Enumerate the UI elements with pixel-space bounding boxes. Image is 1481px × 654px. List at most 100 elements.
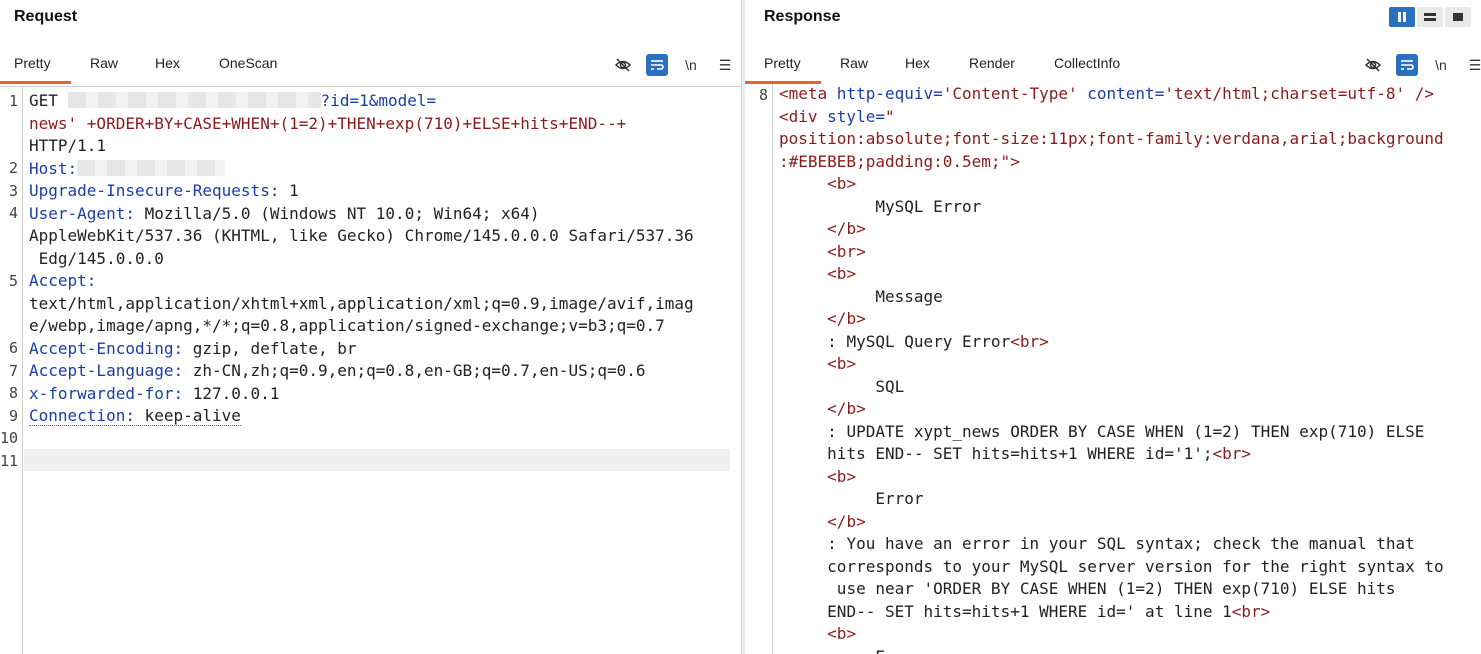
redacted-block	[77, 159, 226, 176]
response-pane: Response Pretty Raw Hex Render CollectIn…	[745, 0, 1481, 654]
header-key: User-Agent:	[29, 203, 135, 223]
header-value: gzip, deflate, br	[183, 338, 357, 358]
header-value: 1	[279, 181, 299, 200]
html-attr: http-equiv=	[827, 84, 943, 103]
header-key: Accept-Language:	[29, 361, 184, 380]
html-tag: <div	[779, 106, 818, 126]
line-gutter: 8	[745, 84, 773, 654]
text-node: MySQL Error	[875, 196, 982, 216]
line-number: 5	[8, 272, 18, 290]
html-tag: </b>	[827, 399, 866, 418]
header-key: Accept:	[29, 271, 97, 290]
html-tag: />	[1405, 84, 1435, 103]
newline-toggle[interactable]: \n	[1430, 54, 1452, 76]
response-tabs: Pretty Raw Hex Render CollectInfo \n ☰	[745, 48, 1481, 84]
line-number: 2	[8, 159, 18, 177]
header-key: Connection:	[29, 406, 135, 425]
http-method: GET	[29, 91, 58, 110]
header-key: Upgrade-Insecure-Requests:	[29, 181, 280, 200]
sqli-payload: news' +ORDER+BY+CASE+WHEN+(1=2)+THEN+exp…	[29, 113, 627, 133]
text-node: Message	[875, 286, 943, 306]
header-value: e/webp,image/apng,*/*;q=0.8,application/…	[29, 316, 665, 335]
eye-slash-icon[interactable]	[1362, 54, 1384, 76]
text-node: use near 'ORDER BY CASE WHEN (1=2) THEN …	[827, 579, 1396, 598]
header-value: keep-alive	[134, 406, 241, 425]
html-tag: <meta	[779, 84, 828, 103]
response-editor[interactable]: 8 <meta http-equiv='Content-Type' conten…	[745, 84, 1481, 654]
html-tag: <br>	[1212, 444, 1252, 463]
line-number: 8	[8, 384, 18, 402]
request-path: ?id=1&model=	[320, 91, 437, 110]
request-code: GET ?id=1&model= news' +ORDER+BY+CASE+WH…	[29, 90, 694, 428]
line-number: 3	[8, 182, 18, 200]
tab-pretty[interactable]: Pretty	[14, 55, 51, 81]
request-title: Request	[14, 8, 78, 25]
text-node: corresponds to your MySQL server version…	[827, 556, 1444, 576]
response-title: Response	[764, 8, 841, 25]
header-value: text/html,application/xhtml+xml,applicat…	[29, 293, 694, 313]
menu-icon[interactable]: ☰	[1464, 54, 1481, 76]
request-editor[interactable]: 1 2 3 4 5 6 7 8 9 10 11 GET ?id=1&model=…	[0, 86, 741, 654]
text-node: END-- SET hits=hits+1 WHERE id=' at line…	[827, 601, 1232, 621]
wrap-icon[interactable]	[1396, 54, 1418, 76]
current-line-highlight	[24, 449, 730, 471]
single-pane-icon[interactable]	[1445, 7, 1471, 27]
tab-pretty[interactable]: Pretty	[764, 55, 801, 81]
html-tag: </b>	[827, 511, 866, 531]
tab-hex[interactable]: Hex	[905, 55, 930, 81]
tab-onescan[interactable]: OneScan	[219, 55, 277, 81]
text-node: : UPDATE xypt_news ORDER BY CASE WHEN (1…	[827, 421, 1425, 441]
tab-render[interactable]: Render	[969, 55, 1015, 81]
line-number: 4	[8, 204, 18, 222]
line-number: 11	[0, 452, 18, 470]
text-node: : MySQL Query Error	[827, 331, 1011, 351]
header-key: x-forwarded-for:	[29, 383, 184, 403]
tab-raw[interactable]: Raw	[90, 55, 118, 81]
header-value: Edg/145.0.0.0	[29, 248, 164, 268]
wrap-icon[interactable]	[646, 54, 668, 76]
eye-slash-icon[interactable]	[612, 54, 634, 76]
request-tabs: Pretty Raw Hex OneScan \n ☰	[0, 48, 741, 84]
split-vertical-icon[interactable]	[1389, 7, 1415, 27]
text-node: E	[875, 647, 885, 654]
tab-collectinfo[interactable]: CollectInfo	[1054, 55, 1120, 81]
request-toolbar: \n ☰	[612, 54, 736, 76]
tab-hex[interactable]: Hex	[155, 55, 180, 81]
split-horizontal-icon[interactable]	[1417, 7, 1443, 27]
http-protocol: HTTP/1.1	[29, 136, 107, 155]
view-layout-buttons	[1389, 7, 1471, 27]
line-number: 9	[8, 407, 18, 425]
html-attr: content=	[1077, 84, 1165, 103]
line-number: 10	[0, 429, 18, 447]
html-tag: </b>	[827, 309, 866, 328]
header-value: Mozilla/5.0 (Windows NT 10.0; Win64; x64…	[134, 203, 540, 223]
line-gutter: 1 2 3 4 5 6 7 8 9 10 11	[0, 87, 23, 654]
text-node: SQL	[875, 376, 905, 396]
active-tab-indicator	[0, 81, 71, 84]
line-number: 1	[8, 92, 18, 110]
header-key: Host:	[29, 158, 78, 178]
header-value: AppleWebKit/537.36 (KHTML, like Gecko) C…	[29, 226, 694, 245]
html-tag: <b>	[827, 624, 857, 643]
html-attr-value: 'text/html;charset=utf-8'	[1164, 84, 1406, 103]
html-tag: <b>	[827, 466, 857, 486]
line-number: 8	[758, 86, 768, 104]
response-toolbar: \n ☰	[1362, 54, 1481, 76]
header-key: Accept-Encoding:	[29, 338, 184, 358]
text-node: hits END-- SET hits=hits+1 WHERE id='1';	[827, 444, 1213, 463]
html-attr: style=	[817, 106, 885, 126]
line-number: 6	[8, 339, 18, 357]
html-attr-value: 'Content-Type'	[942, 84, 1078, 103]
line-number: 7	[8, 362, 18, 380]
text-node: Error	[875, 489, 924, 508]
html-tag: <b>	[827, 354, 857, 373]
header-value: zh-CN,zh;q=0.9,en;q=0.8,en-GB;q=0.7,en-U…	[183, 361, 646, 380]
header-value: 127.0.0.1	[183, 383, 280, 403]
response-code: <meta http-equiv='Content-Type' content=…	[779, 83, 1444, 654]
tab-raw[interactable]: Raw	[840, 55, 868, 81]
menu-icon[interactable]: ☰	[714, 54, 736, 76]
newline-toggle[interactable]: \n	[680, 54, 702, 76]
html-tag: </b>	[827, 219, 866, 238]
html-tag: <b>	[827, 264, 857, 283]
html-attr-value: "	[884, 106, 895, 126]
